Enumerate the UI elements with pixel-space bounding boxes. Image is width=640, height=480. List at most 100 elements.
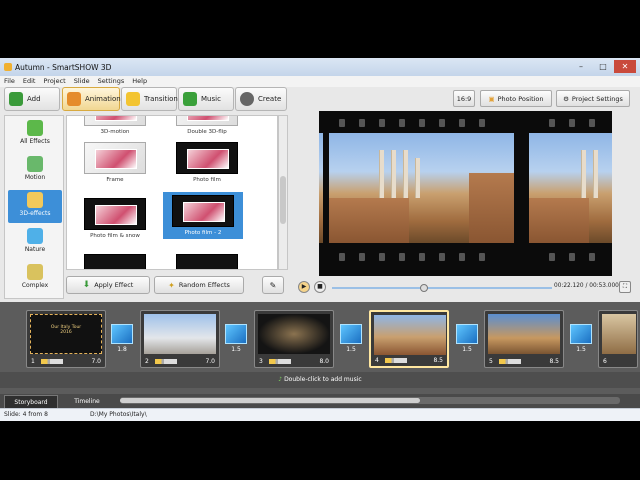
slide-number: 2 [145, 358, 149, 365]
menu-edit[interactable]: Edit [19, 76, 40, 86]
ruin-column [379, 150, 384, 198]
time-readout: 00:22.120 / 00:53.000 [554, 283, 619, 289]
transition-icon [340, 324, 362, 344]
effect-thumbnail [176, 254, 238, 269]
menu-settings[interactable]: Settings [94, 76, 129, 86]
category-list: All Effects Motion 3D-effects Nature Com… [4, 115, 64, 299]
transition-1[interactable]: 1.8 [110, 324, 134, 358]
fullscreen-button[interactable]: ⛶ [619, 281, 631, 293]
slide-tools-icons[interactable] [269, 359, 291, 364]
effect-next-row-left[interactable] [75, 254, 155, 269]
apply-effect-button[interactable]: ⬇ Apply Effect [66, 276, 150, 294]
category-motion[interactable]: Motion [8, 154, 62, 187]
effect-frame[interactable]: Frame [75, 142, 155, 183]
category-3d-effects[interactable]: 3D-effects [8, 190, 62, 223]
effect-thumbnail [176, 142, 238, 174]
minimize-button[interactable]: – [570, 60, 592, 73]
effect-photo-film-2[interactable]: Photo film - 2 [163, 192, 243, 239]
slide-tools-icons[interactable] [385, 358, 407, 363]
effect-next-row-right[interactable] [167, 254, 247, 269]
fullscreen-icon: ⛶ [622, 283, 628, 290]
photo-position-label: Photo Position [497, 94, 544, 103]
slide-tools-icons[interactable] [155, 359, 177, 364]
slide-thumbnail-2[interactable]: 2 7.0 [140, 310, 220, 368]
slide-thumbnail-1[interactable]: Our Italy Tour 2016 1 7.0 [26, 310, 106, 368]
transition-5[interactable]: 1.5 [569, 324, 593, 358]
aspect-ratio-label: 16:9 [456, 94, 472, 103]
ruin-tower [469, 173, 514, 243]
scrollbar-thumb[interactable] [120, 398, 420, 403]
tab-music[interactable]: Music [178, 87, 234, 111]
clear-effect-button[interactable]: ✎ [262, 276, 284, 294]
menu-project[interactable]: Project [39, 76, 69, 86]
music-track[interactable]: ♪ Double-click to add music [0, 372, 640, 388]
effect-3d-motion[interactable]: 3D-motion [75, 116, 155, 135]
transition-duration: 1.5 [462, 346, 472, 353]
tab-transitions[interactable]: Transitions [121, 87, 182, 111]
music-hint: Double-click to add music [284, 376, 362, 383]
slide-tools-icons[interactable] [41, 359, 63, 364]
menu-help[interactable]: Help [128, 76, 151, 86]
storyboard-scrollbar[interactable] [120, 397, 620, 404]
tab-storyboard[interactable]: Storyboard [4, 395, 58, 408]
slide-thumbnail-3[interactable]: 3 8.0 [254, 310, 334, 368]
transition-icon [111, 324, 133, 344]
effect-photo-film[interactable]: Photo film [167, 142, 247, 183]
play-button[interactable]: ▶ [298, 281, 310, 293]
slide-tools-icons[interactable] [499, 359, 521, 364]
tab-animation[interactable]: Animation [62, 87, 121, 111]
close-button[interactable]: ✕ [614, 60, 636, 73]
stop-button[interactable]: ■ [314, 281, 326, 293]
transition-duration: 1.5 [231, 346, 241, 353]
category-label: Motion [24, 174, 46, 181]
category-all-effects[interactable]: All Effects [8, 118, 62, 151]
transition-4[interactable]: 1.5 [455, 324, 479, 358]
slide-thumbnail-5[interactable]: 5 8.5 [484, 310, 564, 368]
film-sprocket [549, 253, 555, 261]
scrollbar-thumb[interactable] [280, 176, 286, 224]
effect-label: Photo film & snow [90, 233, 140, 239]
progress-knob[interactable] [420, 284, 429, 292]
title-bar: Autumn - SmartSHOW 3D – □ ✕ [0, 58, 640, 76]
slide-number: 6 [603, 358, 607, 365]
project-settings-button[interactable]: ⚙ Project Settings [556, 90, 630, 107]
random-effects-button[interactable]: ✦ Random Effects [154, 276, 244, 294]
effect-grid-scrollbar[interactable] [278, 115, 288, 270]
tab-create[interactable]: Create [235, 87, 287, 111]
film-sprocket [549, 119, 555, 127]
flower-photo [95, 205, 137, 225]
film-frame-left [319, 133, 323, 243]
playback-progress[interactable] [332, 284, 552, 292]
effect-thumbnail [84, 116, 146, 126]
flower-photo [183, 202, 225, 222]
transition-3[interactable]: 1.5 [339, 324, 363, 358]
maximize-button[interactable]: □ [592, 60, 614, 73]
effect-label: 3D-motion [100, 129, 130, 135]
effect-double-3d-flip[interactable]: Double 3D-flip [167, 116, 247, 135]
effect-thumbnail [176, 116, 238, 126]
effect-photo-film-snow[interactable]: Photo film & snow [75, 198, 155, 239]
menu-file[interactable]: File [0, 76, 19, 86]
film-sprocket [569, 253, 575, 261]
cube-icon [27, 192, 43, 208]
slide-thumbnail-6[interactable]: 6 [598, 310, 638, 368]
tab-add[interactable]: Add [4, 87, 60, 111]
category-label: 3D-effects [19, 210, 51, 217]
project-settings-label: Project Settings [571, 94, 623, 103]
photo-position-button[interactable]: ▣ Photo Position [480, 90, 552, 107]
category-complex[interactable]: Complex [8, 262, 62, 295]
film-sprocket [339, 119, 345, 127]
tab-timeline[interactable]: Timeline [60, 395, 114, 408]
tab-music-label: Music [201, 95, 221, 103]
transition-2[interactable]: 1.5 [224, 324, 248, 358]
transition-icon [456, 324, 478, 344]
menu-slide[interactable]: Slide [70, 76, 94, 86]
film-sprocket [399, 119, 405, 127]
slide-thumbnail-4[interactable]: 4 8.5 [369, 310, 449, 368]
stop-icon: ■ [317, 283, 323, 290]
flower-photo [187, 149, 229, 169]
ruin-column [415, 158, 420, 198]
category-nature[interactable]: Nature [8, 226, 62, 259]
slide-preview[interactable] [319, 111, 612, 276]
aspect-ratio-button[interactable]: 16:9 [453, 90, 475, 107]
